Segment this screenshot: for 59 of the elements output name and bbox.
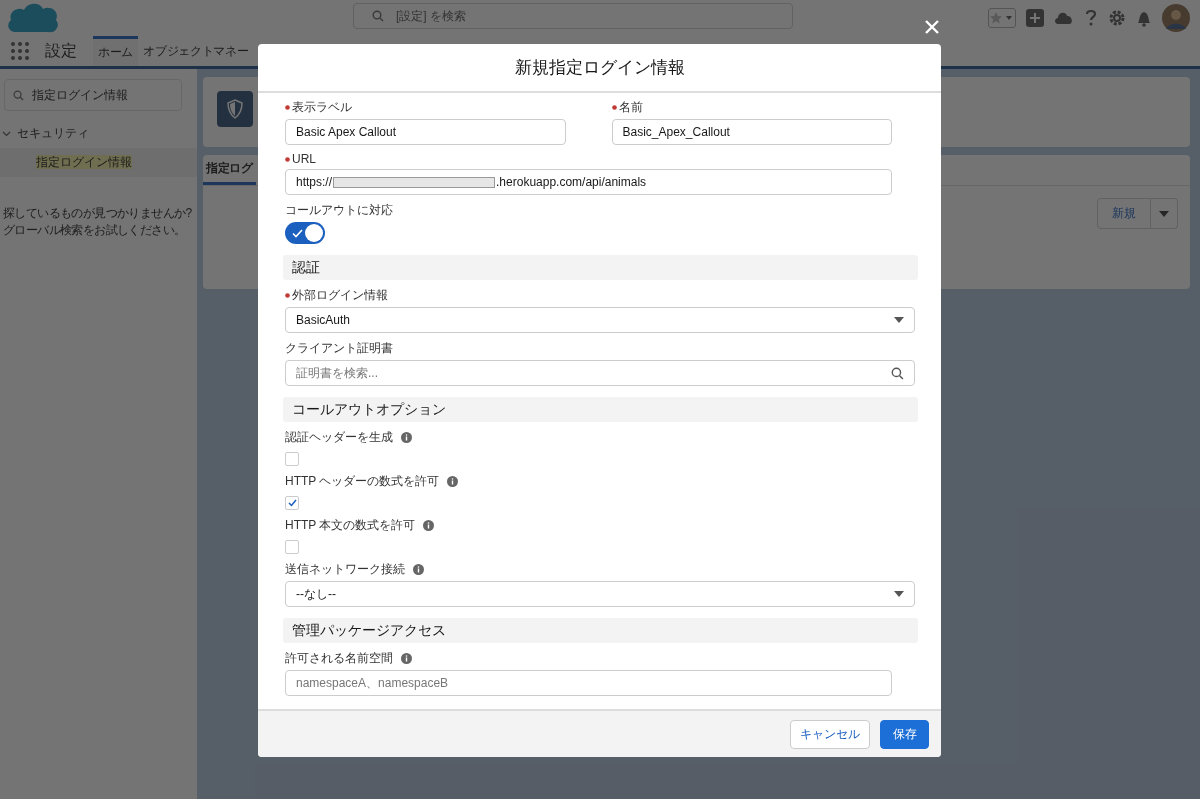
avatar-icon[interactable] xyxy=(1162,4,1190,32)
toggle-switch[interactable] xyxy=(285,222,325,244)
checkbox[interactable] xyxy=(285,496,299,510)
field-label: 許可される名前空間 xyxy=(285,650,393,667)
text-field[interactable]: namespaceA、namespaceB xyxy=(285,670,892,696)
field-label: URL xyxy=(292,152,316,166)
check-icon xyxy=(292,228,303,238)
section-header: 認証 xyxy=(283,255,918,280)
list-tab[interactable]: 指定ログ xyxy=(203,155,256,185)
new-button[interactable]: 新規 xyxy=(1097,198,1151,229)
field-label: HTTP 本文の数式を許可 xyxy=(285,517,416,534)
caret-icon xyxy=(894,317,904,323)
nav-tab[interactable]: ホーム xyxy=(93,36,139,66)
star-icon xyxy=(989,11,1003,25)
help-icon[interactable] xyxy=(1084,9,1098,27)
section-header: 管理パッケージアクセス xyxy=(283,618,918,643)
field-label: 表示ラベル xyxy=(292,99,352,116)
search-field[interactable]: [設定] を検索 xyxy=(353,3,793,29)
close-icon[interactable] xyxy=(924,19,940,35)
search-placeholder: [設定] を検索 xyxy=(396,7,466,25)
field-label: 外部ログイン情報 xyxy=(292,287,388,304)
text-field[interactable]: Basic Apex Callout xyxy=(285,119,566,145)
bell-icon[interactable] xyxy=(1136,9,1152,27)
tree-item[interactable]: 指定ログイン情報 xyxy=(0,148,197,177)
settings-icon[interactable] xyxy=(1108,9,1126,27)
quick-find-field[interactable]: 指定ログイン情報 xyxy=(4,79,182,111)
section-header: コールアウトオプション xyxy=(283,397,918,422)
field-label: クライアント証明書 xyxy=(285,340,393,357)
select-field[interactable]: --なし-- xyxy=(285,581,915,607)
cloud-logo-icon xyxy=(6,2,60,34)
field-label: 送信ネットワーク接続 xyxy=(285,561,405,578)
checkbox[interactable] xyxy=(285,540,299,554)
shield-icon xyxy=(217,91,253,127)
caret-icon xyxy=(894,591,904,597)
checkbox[interactable] xyxy=(285,452,299,466)
search-icon xyxy=(13,89,24,101)
favorites-button[interactable] xyxy=(988,8,1016,28)
dropdown-button[interactable] xyxy=(1151,198,1178,229)
text-field[interactable]: Basic_Apex_Callout xyxy=(611,119,892,145)
plus-icon[interactable] xyxy=(1026,9,1044,27)
caret-icon xyxy=(1159,210,1169,217)
select-field[interactable]: BasicAuth xyxy=(285,307,915,333)
search-icon xyxy=(891,366,904,380)
field-label: コールアウトに対応 xyxy=(285,202,393,219)
url-field[interactable]: https:// .herokuapp.com/api/animals xyxy=(285,169,892,195)
lookup-field[interactable]: 証明書を検索... xyxy=(285,360,915,386)
field-label: HTTP ヘッダーの数式を許可 xyxy=(285,473,440,490)
tree-item[interactable]: セキュリティ xyxy=(2,125,197,142)
nav-tab[interactable]: オブジェクトマネー xyxy=(138,36,254,66)
chevron-icon xyxy=(2,129,11,138)
help-text: 探しているものが見つかりませんか? グローバル検索をお試しください。 xyxy=(3,205,193,239)
search-icon xyxy=(372,10,384,22)
save-button[interactable]: 保存 xyxy=(880,719,929,749)
app-launcher-icon[interactable] xyxy=(11,42,29,60)
modal-title: 新規指定ログイン情報 xyxy=(514,57,685,79)
cancel-button[interactable]: キャンセル xyxy=(790,719,870,749)
field-label: 認証ヘッダーを生成 xyxy=(285,429,393,446)
app-name: 設定 xyxy=(45,40,77,61)
field-label: 名前 xyxy=(618,99,643,116)
